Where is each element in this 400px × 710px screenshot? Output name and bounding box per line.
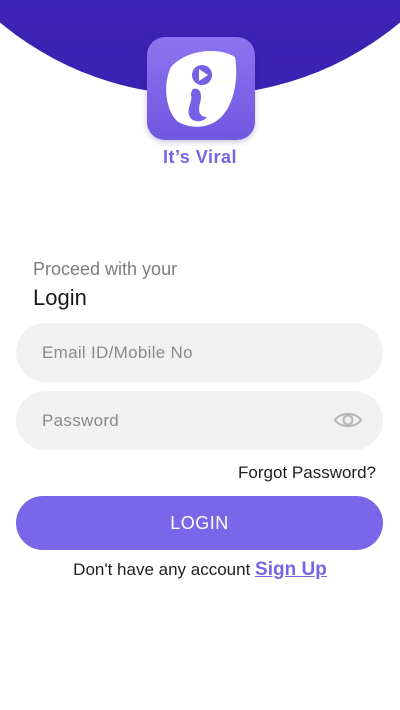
app-logo — [147, 37, 255, 140]
email-field-container — [16, 323, 383, 382]
password-field-container — [16, 391, 383, 450]
forgot-password-link[interactable]: Forgot Password? — [238, 463, 376, 483]
login-title: Login — [33, 285, 87, 310]
brand-logo-leaf-i-play-icon — [166, 51, 237, 127]
login-screen: It’s Viral Proceed with your Login Forgo… — [0, 0, 400, 710]
eye-icon[interactable] — [333, 408, 363, 432]
login-button[interactable]: LOGIN — [16, 496, 383, 550]
brand-name: It’s Viral — [162, 147, 238, 167]
signup-prompt: Don't have any account — [73, 560, 256, 579]
email-input[interactable] — [42, 323, 332, 382]
signup-link[interactable]: Sign Up — [255, 559, 327, 580]
login-subtitle: Proceed with your — [33, 259, 178, 279]
password-input[interactable] — [42, 391, 332, 450]
signup-row: Don't have any account Sign Up — [0, 559, 400, 581]
